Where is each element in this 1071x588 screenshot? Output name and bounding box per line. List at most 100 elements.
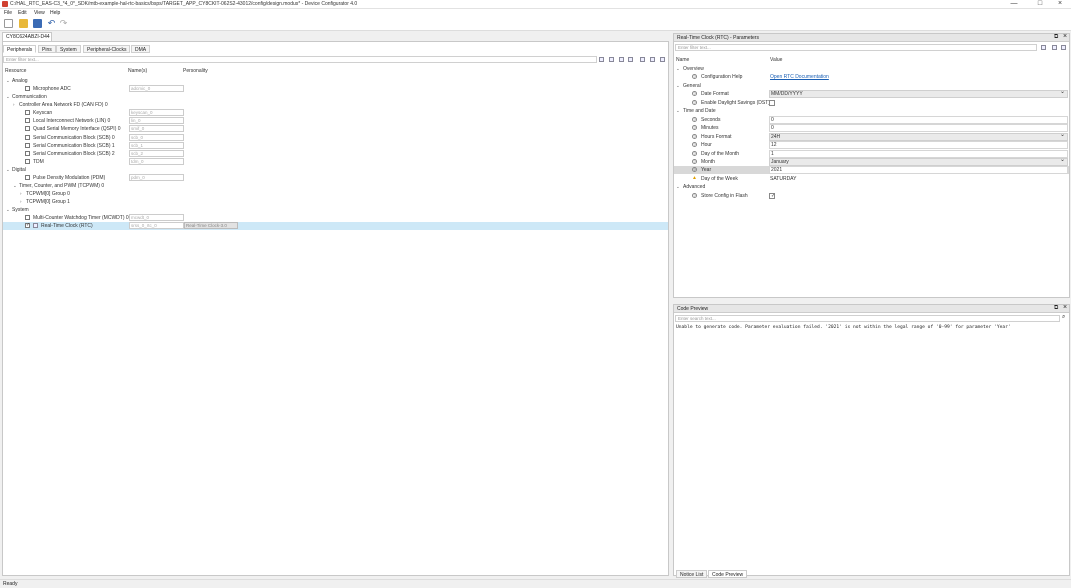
chevron-down-icon[interactable]: ⌄ xyxy=(6,94,10,100)
tree-row[interactable]: Multi-Counter Watchdog Timer (MCWDT) 0 mc… xyxy=(3,214,668,222)
undo-icon[interactable]: ↶ xyxy=(47,19,56,28)
chevron-down-icon[interactable]: ⌄ xyxy=(13,183,17,189)
instance-name-field[interactable]: scb_0 xyxy=(129,133,184,141)
paste-icon[interactable] xyxy=(660,57,665,62)
enable-checkbox[interactable] xyxy=(25,215,30,221)
maximize-button[interactable]: □ xyxy=(1029,0,1051,8)
instance-name-field[interactable]: adcmic_0 xyxy=(129,85,184,93)
tree-row[interactable]: Quad Serial Memory Interface (QSPI) 0 smi… xyxy=(3,125,668,133)
tree-row[interactable]: › TCPWM[0] Group 0 xyxy=(3,190,668,198)
clear-filter-icon[interactable] xyxy=(599,57,604,62)
close-panel-icon[interactable]: × xyxy=(1063,33,1067,40)
tree-row[interactable]: Keyscan keyscan_0 xyxy=(3,109,668,117)
menu-view[interactable]: View xyxy=(34,10,45,16)
param-value-text[interactable]: 2021 xyxy=(769,166,1068,175)
tree-row[interactable]: ⌄ Analog xyxy=(3,77,668,85)
instance-name-field[interactable]: scb_1 xyxy=(129,141,184,149)
tree-row[interactable]: Serial Communication Block (SCB) 1 scb_1 xyxy=(3,141,668,150)
enable-checkbox[interactable] xyxy=(25,150,30,156)
restore-code-panel-icon[interactable]: ⧉ xyxy=(1054,305,1058,312)
filter-icon[interactable] xyxy=(609,57,614,62)
tab-pins[interactable]: Pins xyxy=(38,45,56,53)
params-expand-icon[interactable] xyxy=(1052,45,1057,50)
tree-row[interactable]: ⌄ Digital xyxy=(3,166,668,174)
personality-dropdown[interactable]: Real-Time Clock-3.0 xyxy=(184,222,238,230)
tree-row[interactable]: Microphone ADC adcmic_0 xyxy=(3,85,668,93)
chevron-down-icon[interactable]: ⌄ xyxy=(6,167,10,173)
search-icon[interactable]: ⌕ xyxy=(1062,314,1065,321)
chevron-down-icon[interactable]: ⌄ xyxy=(6,78,10,84)
param-value-text[interactable]: 0 xyxy=(769,115,1068,124)
tree-row[interactable]: Serial Communication Block (SCB) 2 scb_2 xyxy=(3,149,668,158)
tab-code-preview[interactable]: Code Preview xyxy=(708,570,748,578)
tab-device[interactable]: CY8C624ABZI-D44 xyxy=(2,32,52,41)
instance-name-field[interactable]: scb_2 xyxy=(129,149,184,157)
enable-checkbox[interactable] xyxy=(25,158,30,164)
param-value-checkbox[interactable] xyxy=(769,99,775,106)
copy-icon[interactable] xyxy=(650,57,655,62)
tab-peripheral-clocks[interactable]: Peripheral-Clocks xyxy=(83,45,131,53)
chevron-down-icon[interactable]: ⌄ xyxy=(676,108,680,114)
menu-file[interactable]: File xyxy=(4,10,12,16)
params-collapse-icon[interactable] xyxy=(1061,45,1066,50)
enable-checkbox[interactable] xyxy=(25,86,30,92)
enable-checkbox[interactable] xyxy=(25,174,30,180)
tree-row[interactable]: Pulse Density Modulation (PDM) pdm_0 xyxy=(3,173,668,182)
expand-all-icon[interactable] xyxy=(619,57,624,62)
param-value-text[interactable]: 0 xyxy=(769,124,1068,133)
chevron-down-icon[interactable]: ⌄ xyxy=(6,207,10,213)
instance-name-field[interactable]: pdm_0 xyxy=(129,173,184,181)
chevron-down-icon[interactable]: ⌄ xyxy=(676,66,680,72)
param-value-text[interactable]: 1 xyxy=(769,149,1068,158)
param-group[interactable]: ⌄ Advanced xyxy=(674,183,1069,191)
new-file-icon[interactable] xyxy=(4,19,13,28)
param-group[interactable]: ⌄ General xyxy=(674,82,1069,90)
chevron-down-icon[interactable]: ⌄ xyxy=(676,83,680,89)
save-icon[interactable] xyxy=(33,19,42,28)
tree-row-selected[interactable]: Real-Time Clock (RTC) srss_0_rtc_0Real-Ti… xyxy=(3,222,668,231)
link-icon[interactable] xyxy=(640,57,645,62)
close-button[interactable]: × xyxy=(1049,0,1071,8)
tab-dma[interactable]: DMA xyxy=(131,45,151,53)
params-filter-icon[interactable] xyxy=(1041,45,1046,50)
chevron-right-icon[interactable]: › xyxy=(20,191,22,196)
param-group[interactable]: ⌄ Overview xyxy=(674,65,1069,73)
param-value-checkbox-on[interactable]: ✓ xyxy=(769,192,775,199)
code-search-input[interactable]: Enter search text... xyxy=(675,315,1060,322)
enable-checkbox[interactable] xyxy=(25,110,30,116)
close-code-panel-icon[interactable]: × xyxy=(1063,304,1067,311)
enable-checkbox[interactable] xyxy=(25,134,30,140)
enable-checkbox[interactable] xyxy=(25,222,30,229)
enable-checkbox[interactable] xyxy=(25,142,30,148)
tree-row[interactable]: ⌄ Timer, Counter, and PWM (TCPWM) 0 xyxy=(3,182,668,190)
chevron-down-icon[interactable]: ⌄ xyxy=(676,184,680,190)
tab-peripherals[interactable]: Peripherals xyxy=(3,45,37,53)
tab-notice-list[interactable]: Notice List xyxy=(676,570,708,578)
param-value-dropdown[interactable]: 24H xyxy=(769,132,1068,141)
enable-checkbox[interactable] xyxy=(25,118,30,124)
chevron-right-icon[interactable]: › xyxy=(13,102,15,107)
param-group[interactable]: ⌄ Time and Date xyxy=(674,107,1069,115)
tree-row[interactable]: Local Interconnect Network (LIN) 0 lin_0 xyxy=(3,117,668,125)
tab-system[interactable]: System xyxy=(56,45,81,53)
param-value-dropdown[interactable]: January xyxy=(769,157,1068,166)
chevron-right-icon[interactable]: › xyxy=(20,199,22,204)
instance-name-field[interactable]: mcwdt_0 xyxy=(129,214,184,222)
instance-name-field[interactable]: lin_0 xyxy=(129,117,184,125)
param-value-dropdown[interactable]: MM/DD/YYYY xyxy=(769,89,1068,99)
param-value-warn[interactable]: SATURDAY xyxy=(769,175,1068,183)
redo-icon[interactable]: ↷ xyxy=(59,19,68,28)
tree-row[interactable]: ⌄ System xyxy=(3,206,668,214)
minimize-button[interactable]: — xyxy=(1003,0,1025,8)
instance-name-field[interactable]: srss_0_rtc_0 xyxy=(129,222,184,230)
instance-name-field[interactable]: tdm_0 xyxy=(129,157,184,165)
tree-row[interactable]: › Controller Area Network FD (CAN FD) 0 xyxy=(3,101,668,109)
instance-name-field[interactable]: smif_0 xyxy=(129,125,184,133)
restore-panel-icon[interactable]: ⧉ xyxy=(1054,34,1058,41)
menu-help[interactable]: Help xyxy=(50,10,60,16)
params-filter-input[interactable]: Enter filter text... xyxy=(675,44,1037,51)
tree-row[interactable]: TDM tdm_0 xyxy=(3,157,668,166)
param-value-link[interactable]: Open RTC Documentation xyxy=(769,73,1068,81)
menu-edit[interactable]: Edit xyxy=(18,10,27,16)
tree-row[interactable]: › TCPWM[0] Group 1 xyxy=(3,198,668,206)
